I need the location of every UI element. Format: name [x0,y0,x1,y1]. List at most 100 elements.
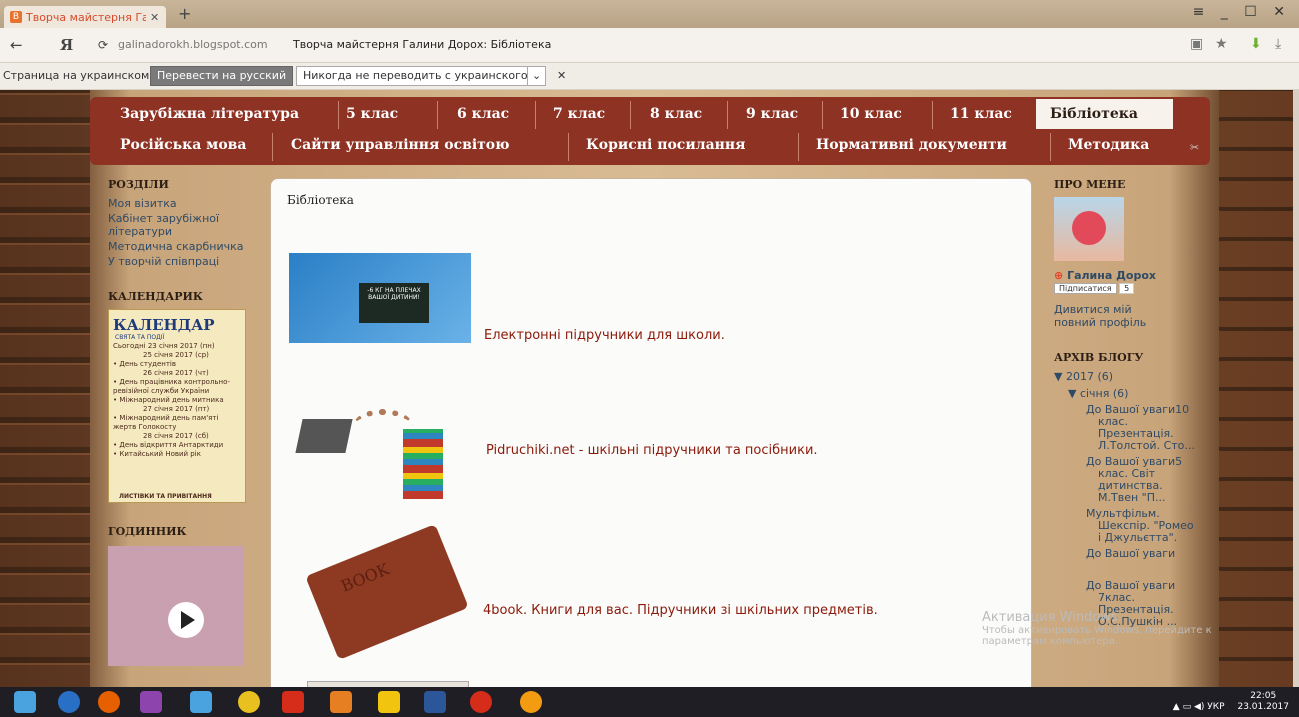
book-cover-image[interactable]: BOOK [297,524,477,660]
reload-icon[interactable]: ⟳ [98,38,108,52]
windows-start-icon[interactable] [14,691,36,713]
full-profile-link[interactable]: Дивитися мій повний профіль [1054,303,1174,329]
nav-russian-language[interactable]: Російська мова [120,137,246,153]
calendar-line: • Міжнародний день митника [113,396,224,404]
archive-year[interactable]: ▼ 2017 (6) [1054,370,1198,383]
subscribe-button[interactable]: Підписатися [1054,283,1117,294]
subscribe-count: 5 [1119,283,1135,294]
edit-wrench-icon[interactable]: ✂ [1190,141,1199,154]
downloads-icon[interactable]: ⤓ [1275,36,1281,52]
system-clock[interactable]: 22:05 23.01.2017 [1237,691,1289,713]
tray-arrow-icon[interactable]: ▲ [1173,702,1180,712]
calendar-line: • День відкриття Антарктиди [113,441,224,449]
language-indicator[interactable]: УКР [1207,702,1224,712]
browser-tab[interactable]: B Творча майстерня Гали... ✕ [4,6,166,28]
archive-title: АРХІВ БЛОГУ [1054,351,1144,364]
entry-link-4book[interactable]: 4book. Книги для вас. Підручники зі шкіл… [483,603,878,618]
system-tray: ▲ ▭ ◀) УКР 22:05 23.01.2017 [1173,691,1289,713]
nav-grade-8[interactable]: 8 клас [650,106,702,122]
textbooks-banner-image[interactable]: -6 КГ НА ПЛЕЧАХ ВАШОЇ ДИТИНИ! [289,253,471,343]
speaker-app-icon[interactable] [190,691,212,713]
nav-world-literature[interactable]: Зарубіжна література [120,106,299,122]
subscribe-widget[interactable]: Підписатися 5 [1054,283,1198,294]
calendar-line: • Міжнародний день пам'яті жертв Голокос… [113,414,219,431]
calendar-line: 26 січня 2017 (чт) [143,369,209,377]
nav-methodology[interactable]: Методика [1068,137,1149,153]
paint-palette-icon[interactable] [520,691,542,713]
sections-title: РОЗДІЛИ [108,178,169,191]
yandex-logo-icon[interactable]: Я [60,36,73,54]
media-player-icon[interactable] [140,691,162,713]
sidebar-link-cooperation[interactable]: У творчій співпраці [108,255,262,268]
clock-time: 22:05 [1250,691,1277,701]
calendar-line: Сьогодні 23 січня 2017 (пн) [113,342,215,350]
archive-post[interactable]: Мультфільм. Шекспір. "Ромео і Джульєтта"… [1086,508,1198,544]
clock-date: 23.01.2017 [1237,702,1289,712]
author-name: Галина Дорох [1067,269,1156,282]
left-sidebar: РОЗДІЛИ Моя візитка Кабінет зарубіжної л… [102,170,262,666]
calendar-footer[interactable]: ЛИСТІВКИ ТА ПРИВІТАННЯ [119,493,212,500]
tab-title: Творча майстерня Гали... [26,10,146,24]
archive-month[interactable]: ▼ січня (6) [1068,387,1198,400]
archive-post[interactable]: До Вашої уваги10 клас. Презентація. Л.То… [1086,404,1198,452]
nav-grade-7[interactable]: 7 клас [553,106,605,122]
nav-library[interactable]: Бібліотека [1050,106,1138,122]
calendar-widget[interactable]: КАЛЕНДАР СВЯТА ТА ПОДІЇ Сьогодні 23 січн… [108,309,246,503]
play-button-icon[interactable] [168,602,204,638]
url-page-title[interactable]: Творча майстерня Галини Дорох: Бібліотек… [293,38,551,51]
calendar-events: Сьогодні 23 січня 2017 (пн) 25 січня 201… [113,342,243,459]
page-title: Бібліотека [287,193,354,207]
nav-grade-11[interactable]: 11 клас [950,106,1012,122]
nav-grade-9[interactable]: 9 клас [746,106,798,122]
translate-button[interactable]: Перевести на русский [150,66,294,86]
nav-grade-5[interactable]: 5 клас [346,106,398,122]
url-domain[interactable]: galinadorokh.blogspot.com [118,38,268,51]
author-name-link[interactable]: ⊕ Галина Дорох [1054,269,1198,282]
download-manager-icon[interactable]: ⬇ [1250,36,1262,52]
firefox-icon[interactable] [98,691,120,713]
archive-post[interactable]: До Вашої уваги5 клас. Світ дитинства. М.… [1086,456,1198,504]
volume-icon[interactable]: ◀) [1194,702,1204,712]
bookmark-star-icon[interactable]: ★ [1215,36,1228,52]
sidebar-link-method-treasury[interactable]: Методична скарбничка [108,240,262,253]
chrome-icon[interactable] [238,691,260,713]
translate-bar: Страница на украинском Перевести на русс… [0,63,1299,90]
window-controls[interactable]: ≡ _ ☐ ✕ [1193,4,1291,20]
entry-link-pidruchiki[interactable]: Pidruchiki.net - шкільні підручники та п… [486,443,818,458]
yandex-browser-icon[interactable] [470,691,492,713]
translate-close-button[interactable]: ✕ [557,69,566,82]
nav-education-sites[interactable]: Сайти управління освітою [291,137,510,153]
books-laptop-image[interactable] [293,399,463,509]
entry-link-electronic-textbooks[interactable]: Електронні підручники для школи. [484,328,725,343]
word-icon[interactable] [424,691,446,713]
calendar-subheader: СВЯТА ТА ПОДІЇ [115,334,165,341]
back-button[interactable]: ← [10,36,23,54]
sidebar-link-business-card[interactable]: Моя візитка [108,197,262,210]
paint-icon[interactable] [330,691,352,713]
browser-tab-bar: B Творча майстерня Гали... ✕ + ≡ _ ☐ ✕ [0,0,1299,28]
archive-post[interactable]: До Вашої уваги [1086,548,1198,560]
file-explorer-icon[interactable] [378,691,400,713]
nav-grade-6[interactable]: 6 клас [457,106,509,122]
clock-widget[interactable] [108,546,244,666]
calendar-line: • День студентів [113,360,176,368]
main-content: Бібліотека -6 КГ НА ПЛЕЧАХ ВАШОЇ ДИТИНИ!… [270,178,1032,700]
vertical-scrollbar[interactable] [1293,90,1299,687]
new-tab-button[interactable]: + [178,4,191,23]
network-icon[interactable]: ▭ [1183,702,1192,712]
sidebar-link-literature-room[interactable]: Кабінет зарубіжної літератури [108,212,228,238]
nav-grade-10[interactable]: 10 клас [840,106,902,122]
nav-useful-links[interactable]: Корисні посилання [586,137,745,153]
windows-taskbar: ▲ ▭ ◀) УКР 22:05 23.01.2017 [0,687,1299,717]
calendar-header: КАЛЕНДАР [113,316,215,334]
internet-explorer-icon[interactable] [58,691,80,713]
google-plus-icon: ⊕ [1054,269,1064,282]
never-translate-button[interactable]: Никогда не переводить с украинского [296,66,535,86]
nav-regulatory-documents[interactable]: Нормативні документи [816,137,1007,153]
author-avatar[interactable] [1054,197,1124,261]
yandex-app-icon[interactable] [282,691,304,713]
tab-close-button[interactable]: ✕ [150,11,159,24]
translate-dropdown-icon[interactable]: ⌄ [527,66,547,86]
calendar-title: КАЛЕНДАРИК [108,290,203,303]
extension-icon[interactable]: ▣ [1190,36,1203,52]
